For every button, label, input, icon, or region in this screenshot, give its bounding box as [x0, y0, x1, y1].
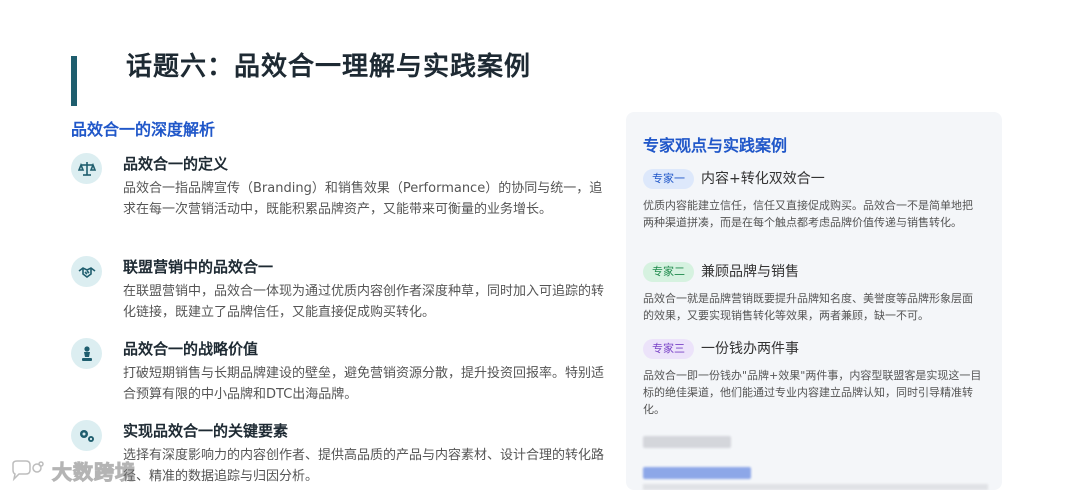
section-title-analysis: 品效合一的深度解析: [71, 120, 216, 139]
chess-piece-icon: [71, 338, 102, 369]
chat-bubble-icon: [12, 459, 44, 481]
watermark-text: 大数跨境: [52, 460, 136, 485]
expert-text: 品效合一即一份钱办"品牌+效果"两件事，内容型联盟客是实现这一目标的绝佳渠道，他…: [643, 369, 982, 416]
expert-headline: 内容+转化双效合一: [701, 171, 825, 187]
analysis-item-desc: 打破短期销售与长期品牌建设的壁垒，避免营销资源分散，提升投资回报率。特别适合预算…: [123, 366, 605, 402]
analysis-item-title: 实现品效合一的关键要素: [123, 422, 289, 440]
expert-headline: 兼顾品牌与销售: [701, 264, 799, 280]
handshake-icon: [71, 256, 102, 287]
expert-tag: 专家一: [643, 169, 694, 189]
scale-icon: [71, 153, 102, 184]
analysis-item-desc: 品效合一指品牌宣传（Branding）和销售效果（Performance）的协同…: [123, 181, 603, 217]
analysis-item-desc: 在联盟营销中，品效合一体现为通过优质内容创作者深度种草，同时加入可追踪的转化链接…: [123, 284, 605, 320]
expert-tag: 专家二: [643, 262, 694, 282]
expert-headline: 一份钱办两件事: [701, 341, 799, 357]
analysis-item-desc: 选择有深度影响力的内容创作者、提供高品质的产品与内容素材、设计合理的转化路径、精…: [123, 448, 605, 484]
expert-text: 品效合一就是品牌营销既要提升品牌知名度、美誉度等品牌形象层面的效果，又要实现销售…: [643, 292, 973, 322]
watermark: 大数跨境: [10, 456, 136, 485]
expert-text: 优质内容能建立信任，信任又直接促成购买。品效合一不是简单地把两种渠道拼凑，而是在…: [643, 199, 973, 229]
title-accent-bar: [71, 56, 77, 106]
blurred-content: [643, 436, 731, 448]
expert-tag: 专家三: [643, 339, 694, 359]
analysis-item-title: 品效合一的战略价值: [123, 340, 259, 358]
blurred-content: [643, 467, 751, 479]
page-title: 话题六：品效合一理解与实践案例: [126, 52, 532, 82]
analysis-item-title: 联盟营销中的品效合一: [123, 258, 274, 276]
analysis-item-title: 品效合一的定义: [123, 155, 229, 173]
gears-icon: [71, 420, 102, 451]
expert-panel: 专家观点与实践案例 专家一 内容+转化双效合一 优质内容能建立信任，信任又直接促…: [626, 112, 1002, 490]
blurred-content: [643, 484, 988, 490]
expert-panel-title: 专家观点与实践案例: [643, 136, 788, 155]
